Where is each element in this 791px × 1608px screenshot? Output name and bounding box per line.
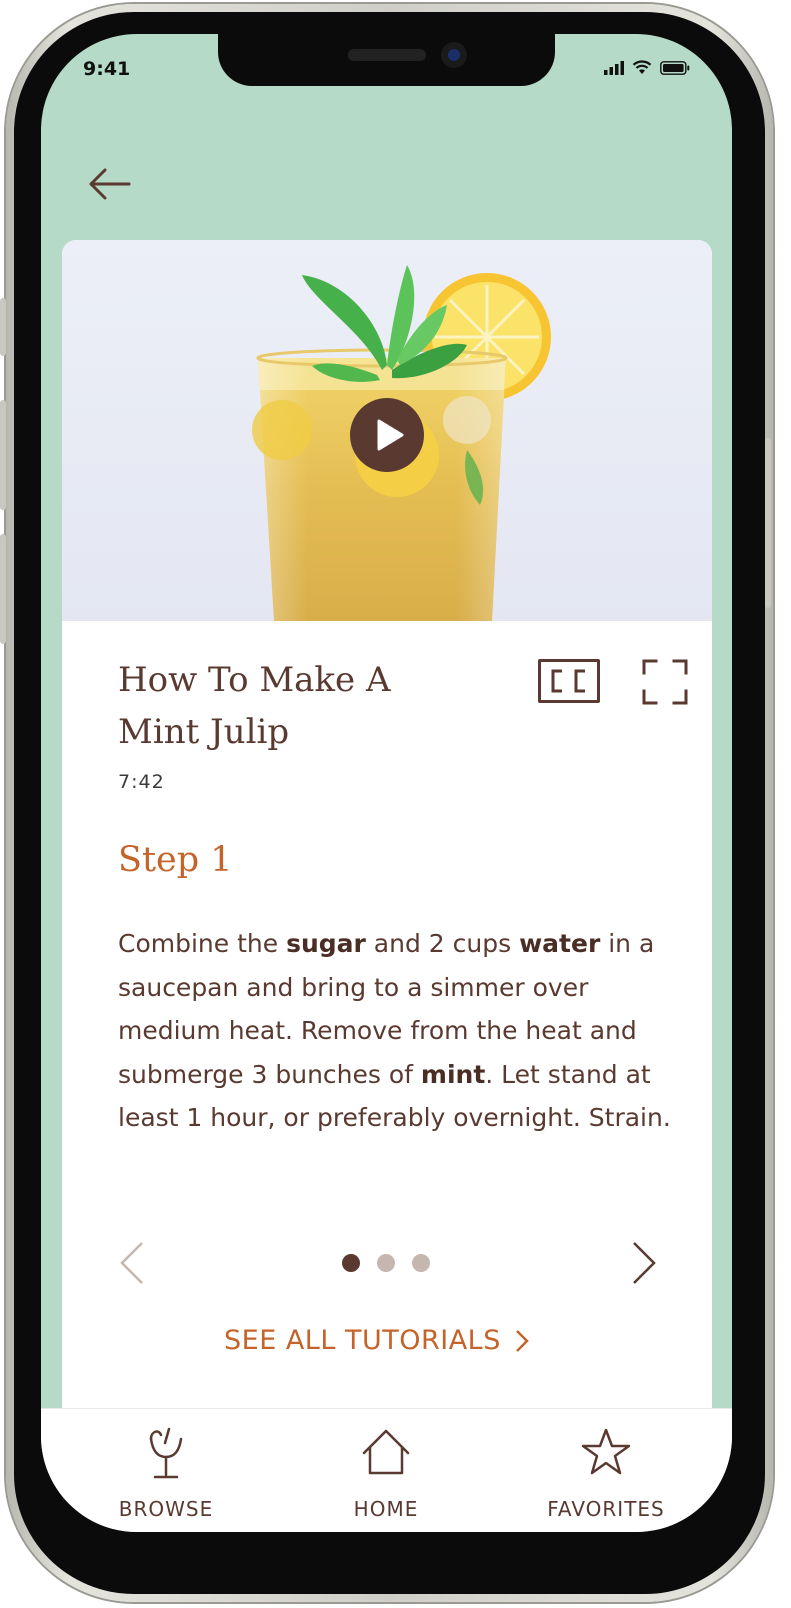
phone-notch — [218, 34, 555, 86]
ingredient-mint: mint — [420, 1059, 486, 1089]
tab-browse[interactable]: BROWSE — [86, 1409, 246, 1532]
pagination-dot-3[interactable] — [412, 1254, 430, 1272]
play-button[interactable] — [350, 398, 424, 472]
closed-captions-icon — [551, 669, 585, 693]
battery-icon — [660, 60, 690, 75]
tab-favorites-label: FAVORITES — [547, 1497, 665, 1521]
video-duration: 7:42 — [118, 771, 165, 793]
app-screen: 9:41 How To Make A Mint Julip 7:42 Step … — [41, 34, 732, 1532]
tab-home-label: HOME — [353, 1497, 419, 1521]
chevron-left-icon — [120, 1242, 143, 1284]
step-text-part: and 2 cups — [365, 929, 520, 958]
video-player[interactable] — [62, 240, 712, 621]
chevron-right-icon — [515, 1329, 529, 1352]
step-pagination — [342, 1254, 430, 1272]
closed-captions-button[interactable] — [538, 659, 600, 703]
ingredient-sugar: sugar — [286, 929, 366, 958]
pagination-dot-1[interactable] — [342, 1254, 360, 1272]
fullscreen-icon — [642, 659, 688, 705]
house-icon — [362, 1429, 410, 1475]
chevron-right-icon — [633, 1242, 656, 1284]
fullscreen-button[interactable] — [642, 659, 688, 705]
step-instructions: Combine the sugar and 2 cups water in a … — [118, 922, 678, 1140]
pagination-dot-2[interactable] — [377, 1254, 395, 1272]
tab-home[interactable]: HOME — [306, 1409, 466, 1532]
previous-step-button[interactable] — [116, 1240, 146, 1286]
step-title: Step 1 — [118, 840, 233, 880]
status-icons — [604, 60, 690, 75]
ingredient-water: water — [519, 929, 601, 958]
cocktail-glass-icon — [149, 1427, 183, 1479]
see-all-tutorials-link[interactable]: SEE ALL TUTORIALS — [224, 1325, 529, 1356]
tab-favorites[interactable]: FAVORITES — [526, 1409, 686, 1532]
speaker-grille — [348, 49, 426, 61]
status-time: 9:41 — [83, 58, 131, 80]
camera-icon — [441, 42, 467, 68]
see-all-label: SEE ALL TUTORIALS — [224, 1325, 501, 1356]
phone-side-button — [0, 298, 6, 356]
wifi-icon — [632, 60, 652, 74]
phone-power-button — [765, 438, 771, 608]
star-icon — [581, 1428, 631, 1475]
signal-icon — [604, 60, 624, 75]
next-step-button[interactable] — [630, 1240, 660, 1286]
phone-volume-up-button — [0, 400, 6, 510]
tab-browse-label: BROWSE — [118, 1497, 214, 1521]
bottom-tab-bar: BROWSE HOME FAVORITES — [41, 1408, 732, 1532]
arrow-left-icon — [89, 168, 131, 200]
video-title: How To Make A Mint Julip — [118, 660, 391, 752]
play-icon — [377, 419, 404, 451]
tutorial-card: How To Make A Mint Julip 7:42 Step 1 Com… — [62, 240, 712, 1440]
phone-volume-down-button — [0, 534, 6, 644]
step-text-part: Combine the — [118, 929, 287, 958]
back-button[interactable] — [87, 162, 131, 206]
